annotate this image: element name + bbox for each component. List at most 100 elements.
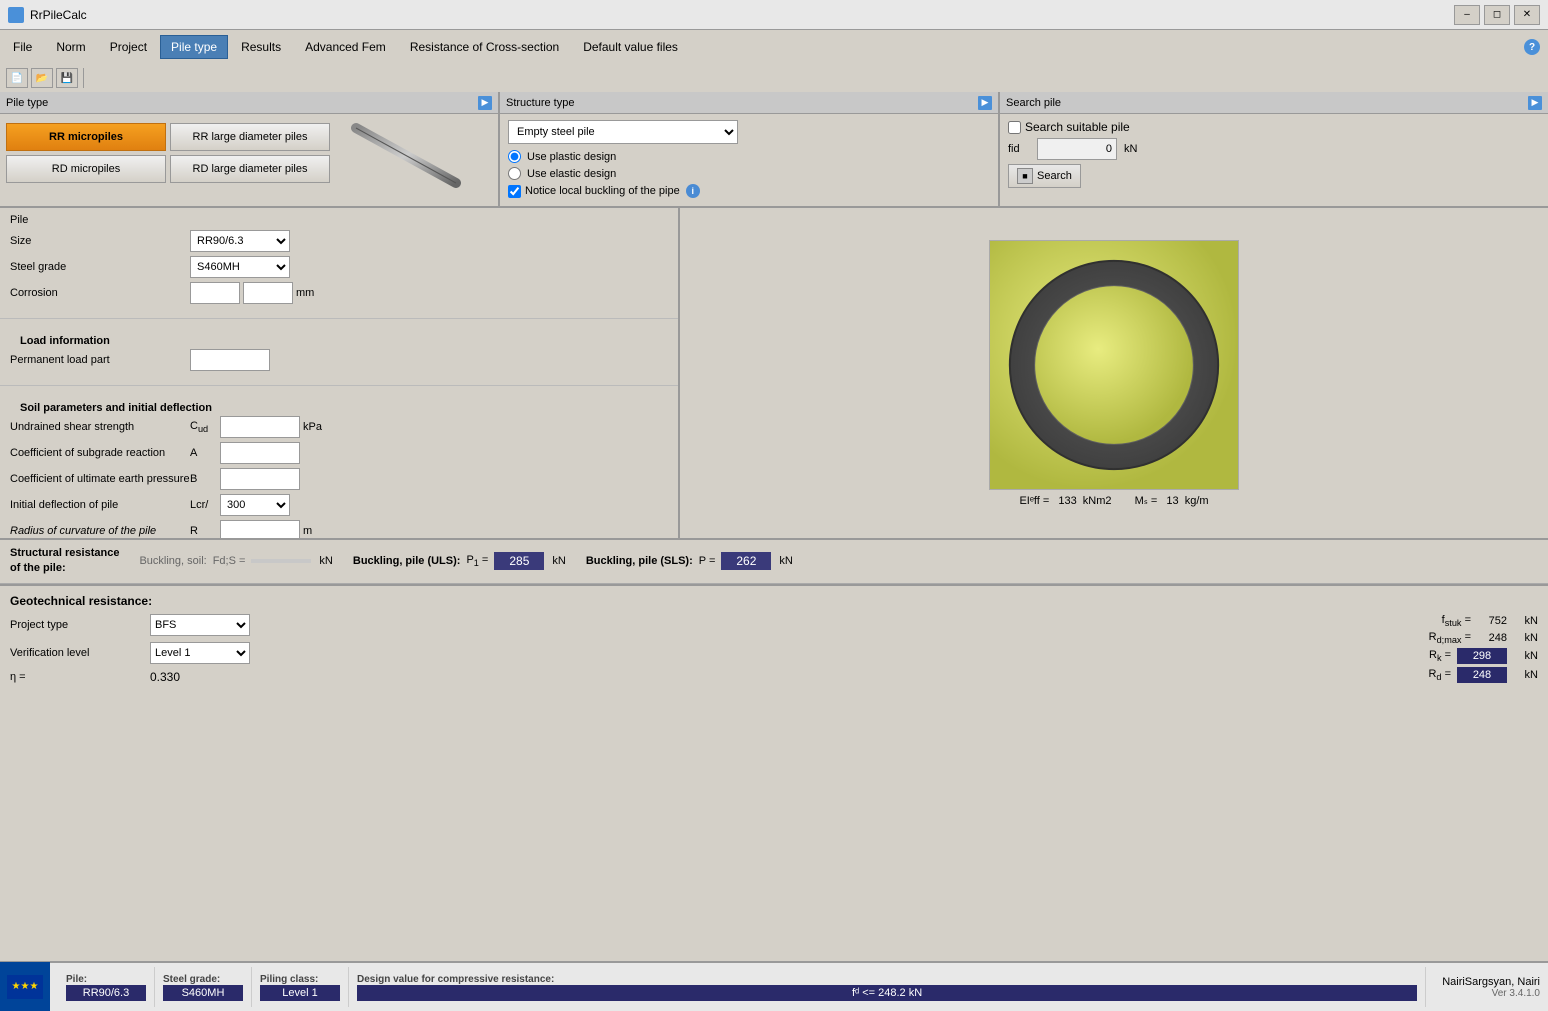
menu-pile-type[interactable]: Pile type xyxy=(160,35,228,59)
geo-left: Project type BFS EC7 Verification level … xyxy=(10,614,1318,690)
menu-default-values[interactable]: Default value files xyxy=(572,35,689,59)
load-info-section: Load information Permanent load part 0.5… xyxy=(0,323,678,381)
status-version: Ver 3.4.1.0 xyxy=(1492,988,1540,999)
earth-row: Coefficient of ultimate earth pressure B… xyxy=(10,468,668,490)
search-pile-panel: Search pile ▶ Search suitable pile fid k… xyxy=(1000,92,1548,206)
elastic-design-row: Use elastic design xyxy=(508,165,990,182)
radius-input[interactable]: 75 xyxy=(220,520,300,538)
menu-resistance[interactable]: Resistance of Cross-section xyxy=(399,35,570,59)
earth-input[interactable]: 7.5 xyxy=(220,468,300,490)
rr-large-button[interactable]: RR large diameter piles xyxy=(170,123,330,151)
suitable-pile-checkbox[interactable] xyxy=(1008,121,1021,134)
elastic-design-radio[interactable] xyxy=(508,167,521,180)
undrained-input[interactable]: 10.0 xyxy=(220,416,300,438)
size-label: Size xyxy=(10,235,190,247)
status-right: NairiSargsyan, Nairi Ver 3.4.1.0 xyxy=(1434,974,1548,1001)
p1-label: P1 = xyxy=(466,554,488,568)
pile-status-value: RR90/6.3 xyxy=(66,985,146,1001)
perm-load-input[interactable]: 0.50 xyxy=(190,349,270,371)
menu-norm[interactable]: Norm xyxy=(45,35,96,59)
save-button[interactable]: 💾 xyxy=(56,68,78,88)
rr-micropiles-button[interactable]: RR micropiles xyxy=(6,123,166,151)
restore-button[interactable]: ◻ xyxy=(1484,5,1510,25)
buckling-soil-label: Buckling, soil: xyxy=(139,555,206,567)
structure-type-header-label: Structure type xyxy=(506,97,574,109)
toolbar-separator xyxy=(83,68,84,88)
radius-label: Radius of curvature of the pile xyxy=(10,525,190,537)
menu-project[interactable]: Project xyxy=(99,35,158,59)
steel-grade-select[interactable]: S460MH xyxy=(190,256,290,278)
soil-params-section: Soil parameters and initial deflection U… xyxy=(0,390,678,538)
project-type-select[interactable]: BFS EC7 xyxy=(150,614,250,636)
status-items: Pile: RR90/6.3 Steel grade: S460MH Pilin… xyxy=(50,963,1434,1011)
pile-type-header: Pile type ▶ xyxy=(0,92,498,114)
f-stuk-unit: kN xyxy=(1513,615,1538,627)
minimize-button[interactable]: – xyxy=(1454,5,1480,25)
structure-type-select[interactable]: Empty steel pile Concrete filled Steel w… xyxy=(508,120,738,144)
init-defl-label: Initial deflection of pile xyxy=(10,499,190,511)
buckling-uls-label: Buckling, pile (ULS): xyxy=(353,555,461,567)
rd-large-button[interactable]: RD large diameter piles xyxy=(170,155,330,183)
search-button[interactable]: ■ Search xyxy=(1008,164,1081,188)
pile-diagram-panel: EIᵉff = 133 kNm2 Mₛ = 13 kg/m xyxy=(680,208,1548,538)
init-defl-select[interactable]: 300 400 600 xyxy=(220,494,290,516)
pile-type-expand-icon[interactable]: ▶ xyxy=(478,96,492,110)
menu-file[interactable]: File xyxy=(2,35,43,59)
suitable-pile-label: Search suitable pile xyxy=(1025,120,1130,134)
menu-advanced-fem[interactable]: Advanced Fem xyxy=(294,35,397,59)
fid-row: fid kN xyxy=(1008,138,1540,160)
rd-unit: kN xyxy=(1513,669,1538,681)
structure-dropdown-row: Empty steel pile Concrete filled Steel w… xyxy=(508,120,990,144)
piling-status-value: Level 1 xyxy=(260,985,340,1001)
size-select[interactable]: RR90/6.3 xyxy=(190,230,290,252)
rd-value: 248 xyxy=(1457,667,1507,683)
f-stuk-value: 752 xyxy=(1477,615,1507,627)
search-pile-expand-icon[interactable]: ▶ xyxy=(1528,96,1542,110)
undrained-unit: kPa xyxy=(303,421,322,433)
plastic-design-radio[interactable] xyxy=(508,150,521,163)
rd-row: Rd = 248 kN xyxy=(1338,667,1538,683)
steel-grade-row: Steel grade S460MH xyxy=(10,256,668,278)
pile-status-label: Pile: xyxy=(66,974,146,985)
sr-title: Structural resistance of the pile: xyxy=(10,546,119,577)
search-icon: ■ xyxy=(1017,168,1033,184)
open-button[interactable]: 📂 xyxy=(31,68,53,88)
search-pile-header: Search pile ▶ xyxy=(1000,92,1548,114)
new-button[interactable]: 📄 xyxy=(6,68,28,88)
perm-load-label: Permanent load part xyxy=(10,354,190,366)
fid-input[interactable] xyxy=(1037,138,1117,160)
subgrade-input[interactable]: 80.0 xyxy=(220,442,300,464)
close-button[interactable]: ✕ xyxy=(1514,5,1540,25)
p1-value: 285 xyxy=(494,552,544,570)
steel-status-value: S460MH xyxy=(163,985,243,1001)
divider-1 xyxy=(0,318,678,319)
corrosion-inner-input[interactable]: 1.0 xyxy=(243,282,293,304)
verification-select[interactable]: Level 1 Level 2 Level 3 xyxy=(150,642,250,664)
eta-value: 0.330 xyxy=(150,670,180,684)
steel-status: Steel grade: S460MH xyxy=(155,967,252,1007)
corrosion-outer-input[interactable]: 2.0 xyxy=(190,282,240,304)
corrosion-unit: mm xyxy=(296,287,314,299)
f-stuk-row: fstuk = 752 kN xyxy=(1338,614,1538,628)
rd-micropiles-button[interactable]: RD micropiles xyxy=(6,155,166,183)
elastic-design-label: Use elastic design xyxy=(527,168,616,180)
middle-section: Pile Size RR90/6.3 Steel grade S460MH Co… xyxy=(0,208,1548,538)
subgrade-row: Coefficient of subgrade reaction A 80.0 xyxy=(10,442,668,464)
local-buckling-checkbox[interactable] xyxy=(508,185,521,198)
structure-type-expand-icon[interactable]: ▶ xyxy=(978,96,992,110)
geotechnical-section: Geotechnical resistance: Project type BF… xyxy=(0,586,1548,698)
corrosion-label: Corrosion xyxy=(10,287,190,299)
pile-type-header-label: Pile type xyxy=(6,97,48,109)
project-type-label: Project type xyxy=(10,619,150,631)
subgrade-label: Coefficient of subgrade reaction xyxy=(10,447,190,459)
rk-label: Rk = xyxy=(1371,649,1451,663)
p-label: P = xyxy=(699,555,716,567)
suitable-pile-row: Search suitable pile xyxy=(1008,120,1540,134)
help-icon[interactable]: ? xyxy=(1524,39,1540,55)
local-buckling-info-icon[interactable]: i xyxy=(686,184,700,198)
menu-results[interactable]: Results xyxy=(230,35,292,59)
radius-symbol: R xyxy=(190,525,220,537)
subgrade-symbol: A xyxy=(190,447,220,459)
init-defl-row: Initial deflection of pile Lcr/ 300 400 … xyxy=(10,494,668,516)
title-bar: RrPileCalc – ◻ ✕ xyxy=(0,0,1548,30)
